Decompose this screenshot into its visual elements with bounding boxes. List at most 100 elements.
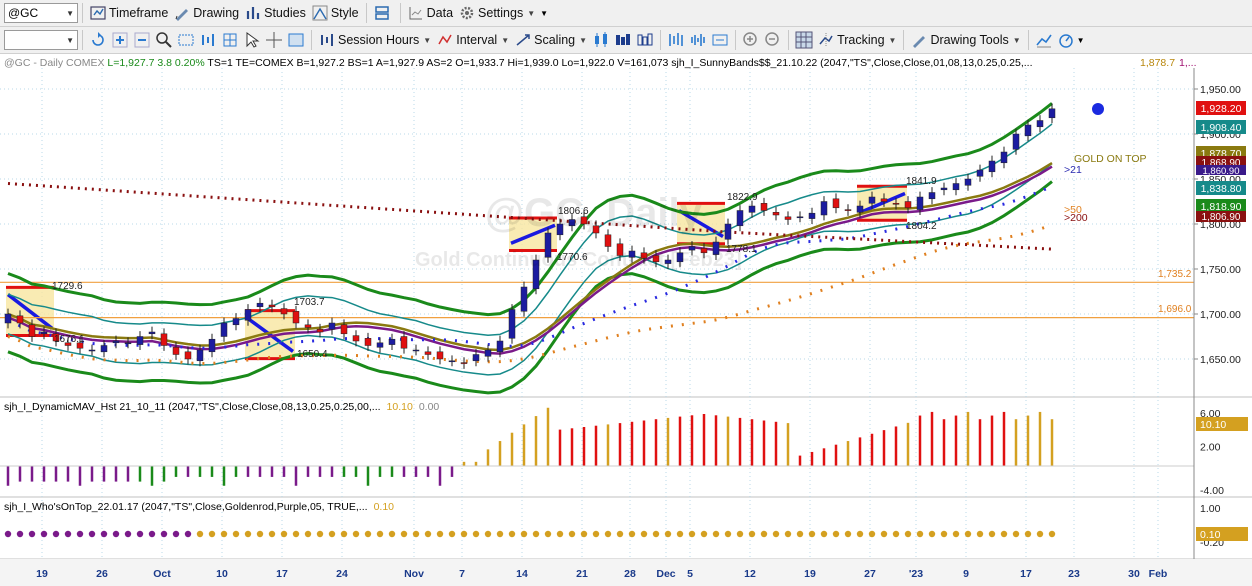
cursor-icon[interactable]	[243, 31, 261, 49]
candle-down	[460, 362, 468, 364]
toolbar-divider	[788, 30, 790, 50]
candle-down	[904, 201, 912, 209]
layout-button[interactable]	[371, 2, 396, 24]
whos-on-top-dot	[592, 530, 600, 538]
hollow-candles-icon[interactable]	[636, 31, 654, 49]
candles-filled-icon[interactable]	[614, 31, 632, 49]
ohlc-bars-icon[interactable]	[667, 31, 685, 49]
whos-on-top-dot	[364, 530, 372, 538]
whos-on-top-dot	[472, 530, 480, 538]
candle-up	[1024, 124, 1032, 137]
panel2-v2: 0.00	[419, 401, 440, 413]
expand-icon[interactable]	[711, 31, 729, 49]
candle-icon[interactable]	[592, 31, 610, 49]
x-tick-label: 24	[336, 568, 348, 580]
y-tick-label: 1,950.00	[1200, 84, 1241, 96]
zoom-rect-icon[interactable]	[177, 31, 195, 49]
style-button[interactable]: Style	[309, 2, 362, 24]
whos-on-top-dot	[244, 530, 252, 538]
x-tick-label: 7	[459, 568, 465, 580]
grid-layout-icon[interactable]	[795, 31, 813, 49]
zoom-in-icon[interactable]	[111, 31, 129, 49]
candle-up	[1012, 133, 1020, 150]
interval-combo[interactable]: ▼	[4, 30, 78, 50]
gear-icon	[460, 6, 474, 20]
studies-label: Studies	[264, 6, 306, 20]
session-hours-button[interactable]: Session Hours ▼	[316, 29, 434, 51]
box2-low-label: 1650.4	[297, 349, 328, 360]
drawing-icon	[175, 9, 189, 21]
x-tick-label: 5	[687, 568, 693, 580]
candle-up	[964, 178, 972, 186]
whos-on-top-dot	[760, 530, 768, 538]
box1-low-label: 1676.1	[54, 334, 85, 345]
magnifier-icon[interactable]	[155, 31, 173, 49]
interval-button[interactable]: Interval ▼	[434, 29, 512, 51]
overflow-chevron-icon[interactable]: ▼	[1077, 36, 1085, 45]
candle-down	[832, 198, 840, 209]
style-label: Style	[330, 6, 359, 20]
chevron-down-icon[interactable]: ▼	[66, 9, 74, 18]
whos-on-top-dot	[328, 530, 336, 538]
volume-bars-icon[interactable]	[689, 31, 707, 49]
whos-on-top-dot	[304, 530, 312, 538]
x-tick-label: 27	[864, 568, 876, 580]
whos-on-top-dot	[640, 530, 648, 538]
bar-spacing-icon[interactable]	[199, 31, 217, 49]
whos-on-top-dot	[700, 530, 708, 538]
data-button[interactable]: Data	[405, 2, 456, 24]
candle-down	[604, 234, 612, 247]
symbol-value: @GC	[8, 6, 39, 20]
drawing-tools-button[interactable]: Drawing Tools ▼	[908, 29, 1023, 51]
whos-on-top-dot	[400, 530, 408, 538]
whos-on-top-dot	[124, 530, 132, 538]
toolbar-divider	[735, 30, 737, 50]
whos-on-top-dot	[184, 530, 192, 538]
whos-on-top-dot	[556, 530, 564, 538]
header-pct: 0.20%	[175, 57, 205, 69]
candle-up	[796, 216, 804, 219]
whos-on-top-dot	[292, 530, 300, 538]
grid-icon[interactable]	[221, 31, 239, 49]
whos-on-top-dot	[4, 530, 12, 538]
zoom-out-icon[interactable]	[133, 31, 151, 49]
candle-up	[868, 196, 876, 204]
refresh-icon[interactable]	[89, 31, 107, 49]
settings-button[interactable]: Settings ▼	[456, 2, 538, 24]
timeframe-button[interactable]: Timeframe	[87, 2, 171, 24]
whos-on-top-dot	[136, 530, 144, 538]
drawing-button[interactable]: Drawing	[171, 2, 242, 24]
candle-up	[916, 196, 924, 210]
chevron-down-icon[interactable]: ▼	[66, 36, 74, 45]
dashboard-icon[interactable]	[1057, 31, 1075, 49]
header-last: L=1,927.7	[107, 57, 154, 69]
trend-chart-icon[interactable]	[1035, 31, 1053, 49]
chart-area[interactable]: 1,950.001,900.001,850.001,800.001,750.00…	[0, 54, 1252, 586]
zoom-minus-icon[interactable]	[764, 31, 782, 49]
whos-on-top-dot	[484, 530, 492, 538]
whos-on-top-dot	[208, 530, 216, 538]
zoom-plus-icon[interactable]	[742, 31, 760, 49]
candle-up	[412, 349, 420, 352]
candle-up	[40, 331, 48, 335]
symbol-combo[interactable]: @GC ▼	[4, 3, 78, 23]
studies-button[interactable]: Studies	[242, 2, 309, 24]
box2-high-label: 1703.7	[294, 297, 325, 308]
candle-down	[436, 351, 444, 360]
whos-on-top-dot	[712, 530, 720, 538]
toolbar-divider	[399, 3, 401, 23]
crosshair-icon[interactable]	[265, 31, 283, 49]
tracking-button[interactable]: Tracking ▼	[815, 29, 899, 51]
toolbar-divider	[365, 3, 367, 23]
candle-up	[220, 322, 228, 337]
whos-on-top-dot	[580, 530, 588, 538]
scaling-button[interactable]: Scaling ▼	[512, 29, 590, 51]
x-tick-label: 12	[744, 568, 756, 580]
overflow-chevron-icon[interactable]: ▼	[540, 9, 548, 18]
whos-on-top-dot	[796, 530, 804, 538]
text-icon[interactable]	[287, 31, 305, 49]
ma1-label: 1,908.40	[1201, 122, 1242, 134]
candle-up	[124, 342, 132, 345]
whos-on-top-dot	[832, 530, 840, 538]
whos-on-top-dot	[724, 530, 732, 538]
